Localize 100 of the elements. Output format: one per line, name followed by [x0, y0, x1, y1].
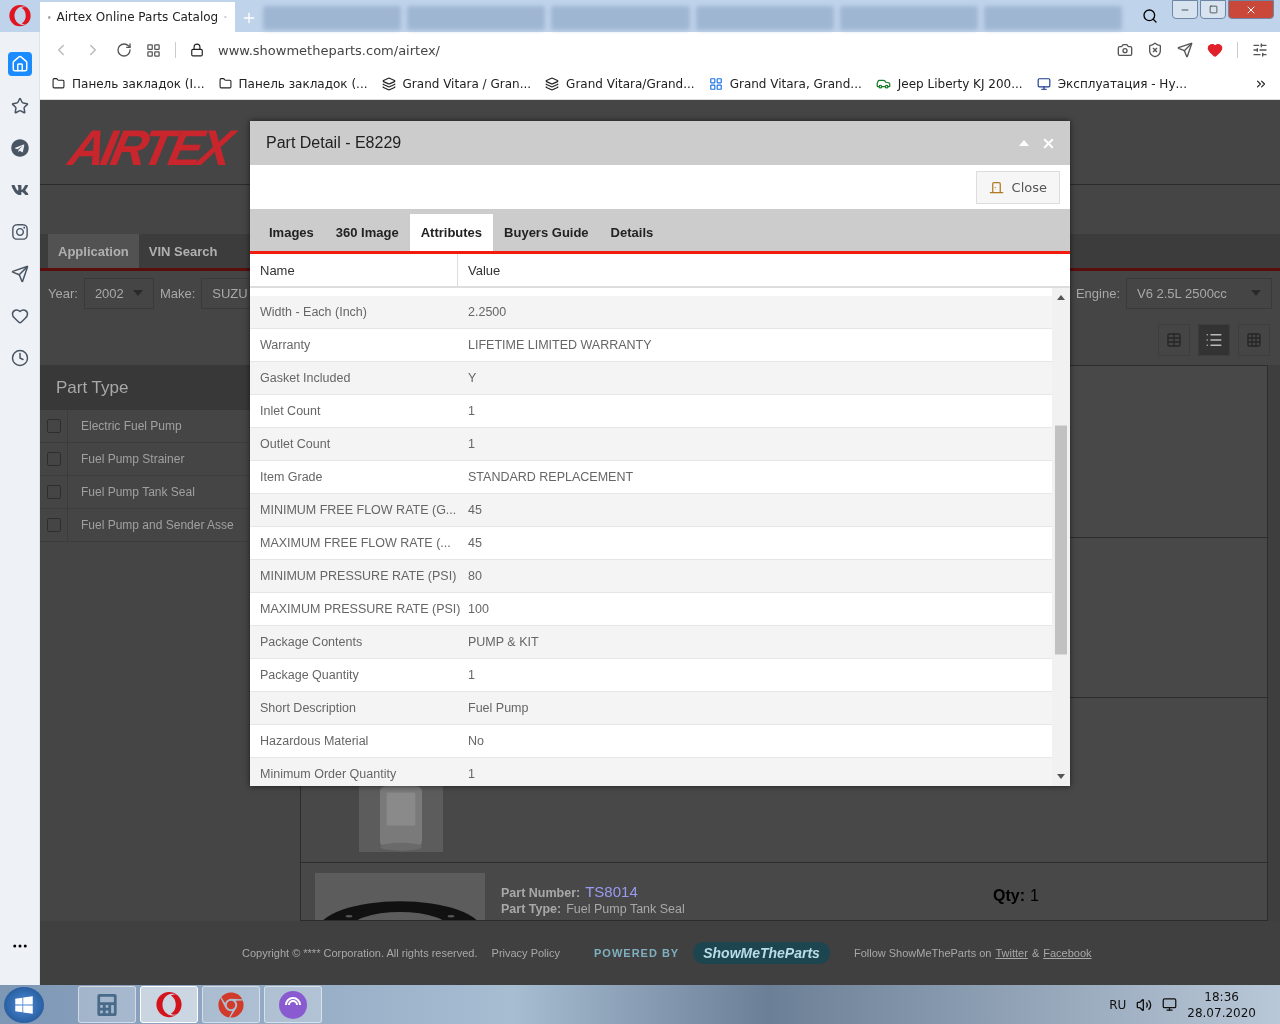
- table-cell-text: Package Contents: [259, 635, 364, 649]
- bookmark[interactable]: Grand Vitara/Grand...: [566, 76, 695, 91]
- bookmark[interactable]: Панель закладок (I...: [72, 76, 205, 91]
- part-type-value: Fuel Pump Tank Seal: [566, 902, 685, 916]
- start-button[interactable]: [4, 986, 44, 1023]
- tab[interactable]: Application: [48, 234, 139, 268]
- caret-icon: [132, 290, 143, 296]
- table-cell-text: LIFETIME LIMITED WARRANTY: [467, 338, 653, 352]
- table-cell-text: 1: [467, 437, 476, 451]
- part-type-label: Fuel Pump and Sender Asse: [80, 518, 234, 532]
- field-label: Qty:: [993, 887, 1025, 905]
- heart-icon[interactable]: [1207, 42, 1223, 58]
- layers-icon: [545, 76, 560, 91]
- camera-icon[interactable]: [1117, 42, 1133, 58]
- table-cell-text: 2.2500: [467, 305, 508, 319]
- tab[interactable]: Buyers Guide: [493, 214, 600, 251]
- maximize-button[interactable]: [1200, 0, 1226, 19]
- part-number-link[interactable]: TS8014: [585, 883, 638, 900]
- filter-label: Year:: [48, 285, 78, 301]
- table-cell-text: Package Quantity: [259, 668, 360, 682]
- clock[interactable]: 18:36 28.07.2020: [1187, 988, 1256, 1021]
- table-cell-text: STANDARD REPLACEMENT: [467, 470, 635, 484]
- home-icon[interactable]: [7, 52, 32, 76]
- table-cell-text: Hazardous Material: [259, 734, 370, 748]
- table-cell-text: Minimum Order Quantity: [259, 767, 398, 781]
- table-cell-text: MAXIMUM FREE FLOW RATE (...: [259, 536, 452, 550]
- facebook-link[interactable]: Facebook: [1043, 947, 1092, 959]
- door-icon: [988, 179, 1004, 195]
- minimize-button[interactable]: [1172, 0, 1198, 19]
- field-label: Part Number:: [501, 886, 581, 900]
- table-cell-text: MINIMUM PRESSURE RATE (PSI): [259, 569, 458, 583]
- table-cell-text: Short Description: [259, 701, 357, 715]
- table-cell-text: No: [467, 734, 485, 748]
- table-cell-text: MINIMUM FREE FLOW RATE (G...: [259, 503, 458, 517]
- bookmark[interactable]: Grand Vitara, Grand...: [729, 76, 862, 91]
- table-cell-text: Item Grade: [259, 470, 324, 484]
- table-cell-text: Outlet Count: [259, 437, 332, 451]
- address-field[interactable]: www.showmetheparts.com/airtex/: [218, 42, 1103, 58]
- tab[interactable]: Attributes: [409, 214, 494, 251]
- brand-logo[interactable]: ShowMeTheParts: [693, 942, 830, 964]
- maximize-icon: [1208, 5, 1218, 14]
- list-icon: [1205, 331, 1223, 349]
- part-type-label: Fuel Pump Tank Seal: [80, 485, 195, 499]
- filter-label: Engine:: [1075, 285, 1120, 301]
- language-indicator[interactable]: RU: [1109, 997, 1127, 1012]
- opera-app-icon[interactable]: [140, 986, 198, 1023]
- caret-icon: [1251, 290, 1261, 296]
- volume-icon[interactable]: [1136, 996, 1153, 1013]
- follow-text: Follow ShowMeTheParts on: [853, 947, 992, 959]
- send-icon[interactable]: [1177, 42, 1193, 58]
- bookmark[interactable]: Grand Vitara / Gran...: [402, 76, 532, 91]
- shield-icon[interactable]: [1147, 42, 1163, 58]
- tab[interactable]: 360 Image: [324, 214, 410, 251]
- windows-logo-icon: [14, 994, 34, 1015]
- list-view-button[interactable]: [1198, 324, 1230, 356]
- menu-icon[interactable]: [1252, 42, 1268, 58]
- grid-icon[interactable]: [146, 42, 161, 58]
- column-header: Value: [467, 261, 502, 280]
- bookmark[interactable]: Jeep Liberty KJ 200...: [897, 76, 1023, 91]
- close-button[interactable]: Close: [975, 170, 1060, 204]
- logo: AIRTEX: [62, 112, 237, 184]
- field-label: Part Type:: [501, 902, 562, 916]
- tab[interactable]: Details: [599, 214, 665, 251]
- dialog-title: Part Detail - E8229: [266, 134, 402, 152]
- table-cell-text: Y: [467, 371, 478, 385]
- calculator-app-icon[interactable]: [78, 986, 136, 1023]
- network-icon[interactable]: [1162, 997, 1178, 1012]
- bookmark[interactable]: Панель закладок (...: [238, 76, 368, 91]
- browser-tab[interactable]: Airtex Online Parts Catalog: [40, 2, 235, 32]
- table-cell-text: MAXIMUM PRESSURE RATE (PSI): [259, 602, 458, 616]
- select-field[interactable]: V6 2.5L 2500cc: [1126, 277, 1272, 309]
- folder-icon: [218, 77, 232, 90]
- column-header: Name: [250, 254, 458, 286]
- table-cell-text: 100: [467, 602, 490, 616]
- table-cell-text: Fuel Pump: [467, 701, 530, 715]
- torrent-app-icon[interactable]: [264, 986, 322, 1023]
- reload-icon[interactable]: [116, 42, 132, 58]
- table-cell-text: 1: [467, 668, 476, 682]
- tile-icon: [708, 76, 723, 91]
- opera-logo-icon: [9, 5, 31, 27]
- qty-value: 1: [1030, 887, 1039, 905]
- part-type-label: Fuel Pump Strainer: [80, 452, 185, 466]
- table-cell-text: 80: [467, 569, 483, 583]
- privacy-link[interactable]: Privacy Policy: [491, 947, 560, 959]
- table-cell-text: 45: [467, 536, 483, 550]
- folder-icon: [52, 77, 65, 90]
- copyright-text: Copyright © **** Corporation. All rights reserved.: [242, 947, 478, 959]
- search-icon[interactable]: [1142, 8, 1158, 24]
- tab[interactable]: Images: [258, 214, 325, 251]
- layers-icon: [381, 76, 396, 91]
- table-cell-text: Warranty: [259, 338, 312, 352]
- powered-by-text: POWERED BY: [594, 947, 680, 959]
- twitter-link[interactable]: Twitter: [995, 947, 1028, 959]
- ampersand: &: [1031, 947, 1040, 959]
- chrome-app-icon[interactable]: [202, 986, 260, 1023]
- grid-icon: [1246, 332, 1262, 348]
- bookmark[interactable]: Эксплуатация - Ну...: [1057, 76, 1187, 91]
- lock-icon: [190, 43, 204, 57]
- tab[interactable]: VIN Search: [138, 234, 228, 268]
- select-field[interactable]: 2002: [83, 277, 154, 309]
